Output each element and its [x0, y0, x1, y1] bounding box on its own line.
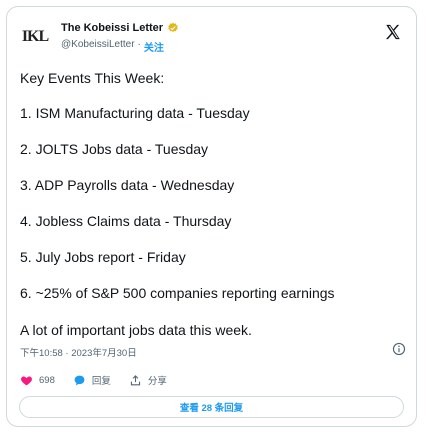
heart-icon — [21, 375, 32, 385]
tweet-card: IKL The Kobeissi Letter @KobeissiLetter … — [6, 6, 417, 427]
list-item: 1. ISM Manufacturing data - Tuesday — [20, 105, 250, 121]
share-icon — [130, 374, 140, 385]
share-label: 分享 — [147, 376, 167, 387]
info-icon[interactable] — [392, 342, 406, 356]
like-count: 698 — [39, 374, 55, 386]
reply-button[interactable]: 回复 — [73, 373, 111, 387]
reply-label: 回复 — [91, 376, 111, 387]
display-name[interactable]: The Kobeissi Letter — [61, 22, 163, 34]
x-logo-icon[interactable] — [384, 23, 402, 41]
list-item: 3. ADP Payrolls data - Wednesday — [20, 177, 235, 193]
name-row: The Kobeissi Letter — [61, 22, 179, 34]
verified-badge-icon — [167, 22, 179, 34]
handle-row: @KobeissiLetter · 关注 — [61, 39, 164, 54]
post-intro: Key Events This Week: — [20, 70, 165, 86]
follow-button[interactable]: 关注 — [144, 39, 164, 54]
avatar[interactable]: IKL — [19, 21, 51, 53]
handle[interactable]: @KobeissiLetter — [61, 39, 135, 54]
share-button[interactable]: 分享 — [129, 373, 167, 387]
list-item: 2. JOLTS Jobs data - Tuesday — [20, 141, 209, 157]
action-bar: 698 回复 分享 — [20, 373, 185, 387]
list-item: 6. ~25% of S&P 500 companies reporting e… — [20, 285, 335, 301]
view-replies-button[interactable]: 查看 28 条回复 — [19, 396, 404, 418]
list-item: 4. Jobless Claims data - Thursday — [20, 213, 232, 229]
like-button[interactable]: 698 — [20, 374, 55, 387]
reply-bubble-icon — [74, 375, 85, 385]
tweet-header: IKL The Kobeissi Letter @KobeissiLetter … — [19, 19, 404, 55]
timestamp[interactable]: 下午10:58 · 2023年7月30日 — [20, 345, 137, 359]
separator: · — [137, 39, 141, 50]
list-item: 5. July Jobs report - Friday — [20, 249, 186, 265]
post-closing: A lot of important jobs data this week. — [20, 322, 252, 338]
